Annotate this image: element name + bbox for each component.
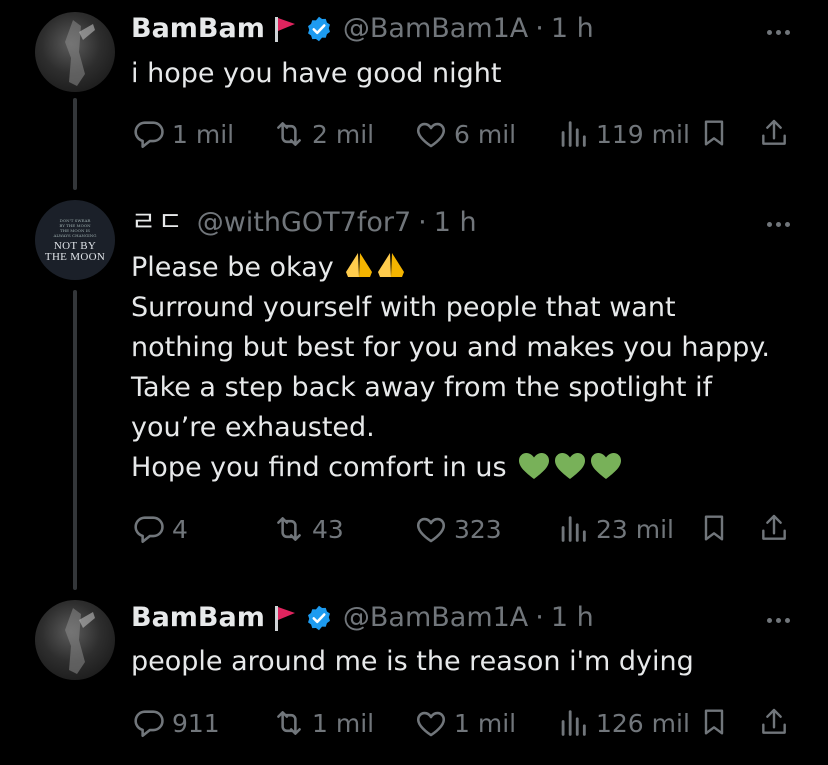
repost-button[interactable]: 43 bbox=[272, 512, 344, 546]
text-line: you’re exhausted. bbox=[131, 412, 375, 443]
share-button[interactable] bbox=[758, 117, 796, 149]
repost-button[interactable]: 1 mil bbox=[272, 706, 374, 740]
tweet-text: i hope you have good night bbox=[131, 58, 502, 89]
repost-icon bbox=[277, 122, 301, 146]
red-flag-icon bbox=[273, 604, 297, 632]
repost-button[interactable]: 2 mil bbox=[272, 117, 374, 151]
repost-count: 1 mil bbox=[312, 708, 375, 738]
reply-count: 911 bbox=[172, 708, 220, 738]
like-button[interactable]: 323 bbox=[414, 512, 502, 546]
views-icon bbox=[561, 516, 586, 542]
avatar[interactable] bbox=[35, 600, 115, 680]
views-icon bbox=[561, 710, 586, 736]
repost-icon bbox=[277, 517, 301, 541]
like-count: 6 mil bbox=[454, 119, 517, 149]
like-button[interactable]: 1 mil bbox=[414, 706, 516, 740]
action-bar: 1 mil 2 mil 6 mil 119 mil bbox=[0, 117, 828, 157]
author-name[interactable]: ㄹㄷ bbox=[131, 206, 185, 240]
views-button[interactable]: 23 mil bbox=[556, 512, 674, 546]
timestamp[interactable]: 1 h bbox=[551, 12, 594, 46]
tweet-text: Please be okay Surround yourself with pe… bbox=[131, 248, 801, 488]
bookmark-button[interactable] bbox=[698, 706, 736, 738]
separator-dot: · bbox=[535, 602, 544, 633]
folded-hands-emoji bbox=[378, 253, 405, 277]
like-icon bbox=[416, 122, 446, 148]
more-icon[interactable] bbox=[767, 618, 790, 623]
author-handle[interactable]: @withGOT7for7 bbox=[197, 206, 411, 240]
reply-button[interactable]: 4 bbox=[132, 512, 188, 546]
verified-badge-icon bbox=[305, 15, 333, 43]
separator-dot: · bbox=[418, 207, 427, 238]
author-handle[interactable]: @BamBam1A bbox=[343, 12, 528, 46]
bookmark-icon bbox=[704, 709, 724, 735]
separator-dot: · bbox=[535, 13, 544, 44]
more-icon[interactable] bbox=[767, 222, 790, 227]
views-button[interactable]: 126 mil bbox=[556, 706, 690, 740]
avatar[interactable] bbox=[35, 12, 115, 92]
tweet-1[interactable]: BamBam @BamBam1A · 1 h i hope you have g… bbox=[0, 0, 828, 190]
verified-badge-icon bbox=[305, 604, 333, 632]
avatar[interactable]: DON'T SWEAR BY THE MOON THE MOON IS ALWAYS … bbox=[35, 200, 115, 280]
like-button[interactable]: 6 mil bbox=[414, 117, 516, 151]
reply-icon bbox=[134, 516, 164, 544]
views-button[interactable]: 119 mil bbox=[556, 117, 690, 151]
views-count: 119 mil bbox=[596, 119, 690, 149]
timestamp[interactable]: 1 h bbox=[551, 601, 594, 635]
repost-count: 43 bbox=[312, 514, 344, 544]
text-line: Hope you find comfort in us bbox=[131, 448, 801, 488]
green-heart-emoji bbox=[591, 453, 622, 479]
bookmark-icon bbox=[704, 515, 724, 541]
tweet-text: people around me is the reason i'm dying bbox=[131, 646, 694, 677]
like-count: 1 mil bbox=[454, 708, 517, 738]
like-icon bbox=[416, 711, 446, 737]
share-icon bbox=[762, 708, 786, 734]
author-name[interactable]: BamBam bbox=[131, 12, 265, 46]
green-heart-emoji bbox=[519, 453, 550, 479]
share-button[interactable] bbox=[758, 706, 796, 738]
repost-icon bbox=[277, 711, 301, 735]
timestamp[interactable]: 1 h bbox=[434, 206, 477, 240]
views-icon bbox=[561, 121, 586, 147]
repost-count: 2 mil bbox=[312, 119, 375, 149]
red-flag-icon bbox=[273, 15, 297, 43]
tweet-2[interactable]: DON'T SWEAR BY THE MOON THE MOON IS ALWAYS … bbox=[0, 190, 828, 590]
author-name[interactable]: BamBam bbox=[131, 601, 265, 635]
text-line: Please be okay bbox=[131, 248, 801, 288]
bookmark-icon bbox=[704, 120, 724, 146]
share-button[interactable] bbox=[758, 512, 796, 544]
views-count: 23 mil bbox=[596, 514, 675, 544]
like-icon bbox=[416, 517, 446, 543]
author-handle[interactable]: @BamBam1A bbox=[343, 601, 528, 635]
album-cover-title: NOT BY THE MOON bbox=[44, 239, 106, 263]
reply-count: 1 mil bbox=[172, 119, 235, 149]
share-icon bbox=[762, 514, 786, 540]
reply-icon bbox=[134, 121, 164, 149]
more-icon[interactable] bbox=[767, 30, 790, 35]
text-line: nothing but best for you and makes you h… bbox=[131, 332, 770, 363]
share-icon bbox=[762, 119, 786, 145]
bookmark-button[interactable] bbox=[698, 117, 736, 149]
album-cover-text: DON'T SWEAR BY THE MOON THE MOON IS ALWAYS … bbox=[53, 217, 97, 238]
folded-hands-emoji bbox=[346, 253, 373, 277]
reply-count: 4 bbox=[172, 514, 188, 544]
tweet-3[interactable]: BamBam @BamBam1A · 1 h people around me … bbox=[0, 590, 828, 765]
action-bar: 4 43 323 23 mil bbox=[0, 512, 828, 552]
like-count: 323 bbox=[454, 514, 502, 544]
reply-button[interactable]: 911 bbox=[132, 706, 220, 740]
reply-icon bbox=[134, 710, 164, 738]
text-line: Surround yourself with people that want bbox=[131, 292, 676, 323]
bookmark-button[interactable] bbox=[698, 512, 736, 544]
action-bar: 911 1 mil 1 mil 126 mil bbox=[0, 706, 828, 746]
text-line: Take a step back away from the spotlight… bbox=[131, 372, 713, 403]
views-count: 126 mil bbox=[596, 708, 690, 738]
reply-button[interactable]: 1 mil bbox=[132, 117, 234, 151]
green-heart-emoji bbox=[555, 453, 586, 479]
